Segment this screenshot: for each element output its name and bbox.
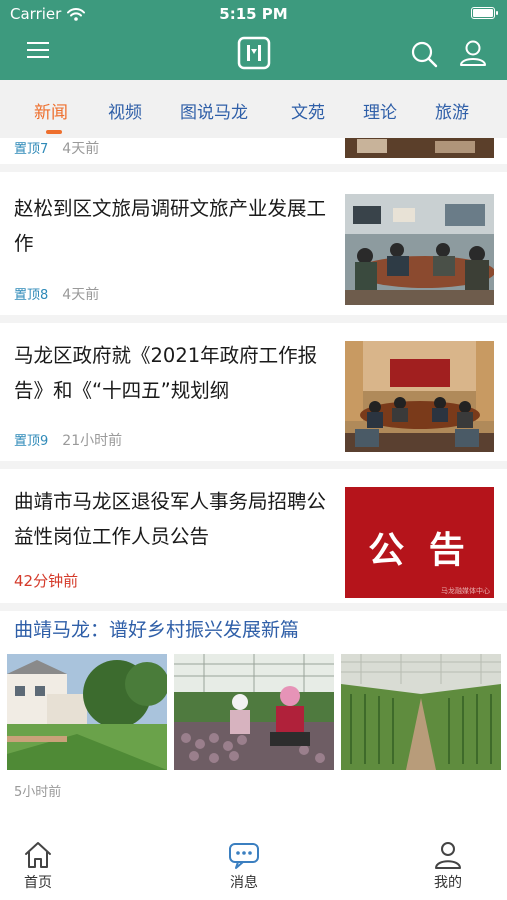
home-icon [25, 842, 51, 868]
news-photo [174, 654, 334, 770]
tab-video[interactable]: 视频 [108, 98, 142, 123]
search-icon [411, 41, 438, 68]
tab-photo-stories[interactable]: 图说马龙 [180, 98, 248, 123]
nav-profile[interactable]: 我的 [418, 840, 478, 892]
news-title: 曲靖马龙：谱好乡村振兴发展新篇 [14, 619, 300, 641]
status-bar: Carrier 5:15 PM [0, 0, 507, 28]
feed-divider [0, 461, 507, 469]
news-time: 21小时前 [62, 433, 123, 449]
tab-travel[interactable]: 旅游 [435, 98, 469, 123]
pinned-badge: 置顶8 [14, 288, 49, 303]
user-icon [460, 40, 486, 66]
hamburger-menu-icon [27, 42, 49, 58]
category-tabs: 新闻 视频 图说马龙 文苑 理论 旅游 [0, 80, 507, 138]
status-time: 5:15 PM [219, 5, 288, 23]
menu-button[interactable] [24, 36, 52, 64]
news-feed[interactable]: 置顶7 4天前 赵松到区文旅局调研文旅产业发展工作 置顶8 4天前 马龙区政府就… [0, 138, 507, 820]
active-tab-indicator [46, 130, 62, 134]
nav-home[interactable]: 首页 [8, 840, 68, 892]
app-logo[interactable] [237, 36, 271, 70]
nav-home-label: 首页 [24, 875, 52, 891]
nav-messages-label: 消息 [230, 875, 258, 891]
feed-divider [0, 164, 507, 172]
tab-news[interactable]: 新闻 [34, 98, 68, 123]
news-time: 5小时前 [14, 785, 62, 800]
news-meta: 置顶7 4天前 [14, 138, 99, 158]
battery-icon [471, 7, 498, 19]
news-time: 4天前 [62, 287, 100, 303]
news-time: 4天前 [62, 141, 100, 157]
news-title: 赵松到区文旅局调研文旅产业发展工作 [14, 197, 327, 255]
news-meta: 置顶9 21小时前 [14, 430, 122, 450]
news-thumbnail [345, 194, 494, 305]
news-time: 42分钟前 [14, 572, 79, 590]
nav-profile-label: 我的 [434, 875, 462, 891]
announcement-image-text: 公 告 [368, 530, 471, 571]
announcement-thumbnail: 公 告 马龙融媒体中心 [345, 487, 494, 598]
tab-theory[interactable]: 理论 [363, 98, 397, 123]
news-photo [7, 654, 167, 770]
app-header: Carrier 5:15 PM [0, 0, 507, 80]
announcement-image-caption: 马龙融媒体中心 [441, 587, 490, 595]
news-thumbnail [345, 341, 494, 452]
news-title: 曲靖市马龙区退役军人事务局招聘公益性岗位工作人员公告 [14, 490, 327, 548]
tab-literature[interactable]: 文苑 [291, 98, 325, 123]
app-logo-icon [237, 36, 271, 70]
profile-button[interactable] [458, 38, 488, 68]
chat-bubble-icon [229, 843, 259, 869]
feed-divider [0, 603, 507, 611]
search-button[interactable] [410, 40, 438, 68]
nav-messages[interactable]: 消息 [214, 840, 274, 892]
user-icon [435, 842, 461, 869]
feed-divider [0, 315, 507, 323]
news-meta: 置顶8 4天前 [14, 284, 99, 304]
news-thumbnail [345, 138, 494, 158]
news-photo [341, 654, 501, 770]
bottom-navigation: 首页 消息 我的 [0, 820, 507, 900]
news-title: 马龙区政府就《2021年政府工作报告》和《“十四五”规划纲 [14, 344, 318, 402]
pinned-badge: 置顶9 [14, 434, 49, 449]
pinned-badge: 置顶7 [14, 142, 49, 157]
